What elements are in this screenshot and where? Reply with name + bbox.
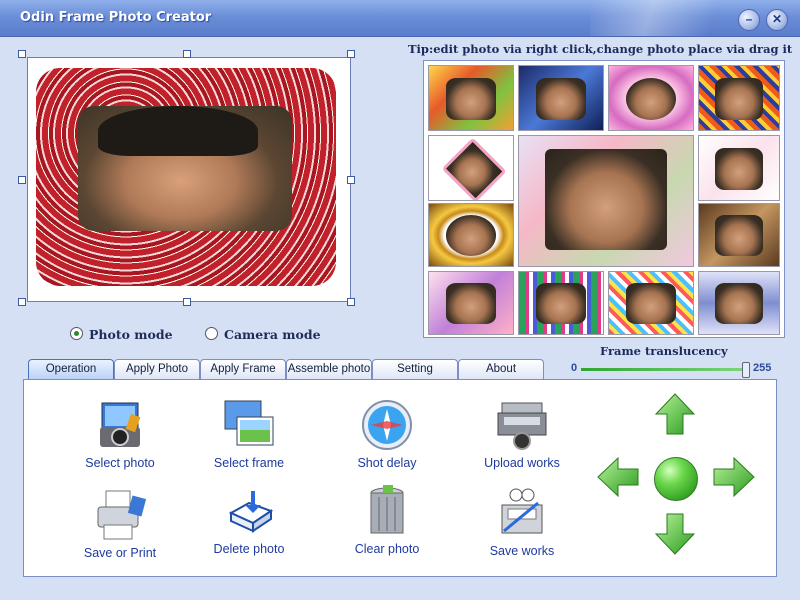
tab-about[interactable]: About <box>458 359 544 379</box>
minimize-button[interactable]: – <box>738 9 760 31</box>
trash-bin-icon <box>359 483 415 539</box>
tab-setting[interactable]: Setting <box>372 359 458 379</box>
select-frame-label: Select frame <box>213 456 285 470</box>
tab-assemble-photo[interactable]: Assemble photo <box>286 359 372 379</box>
save-or-print-label: Save or Print <box>83 546 157 560</box>
photo-mode-label: Photo mode <box>89 327 173 342</box>
delete-photo-label: Delete photo <box>213 542 285 556</box>
resize-handle[interactable] <box>183 298 191 306</box>
select-photo-label: Select photo <box>85 456 155 470</box>
tab-apply-photo[interactable]: Apply Photo <box>114 359 200 379</box>
frame-thumbnail[interactable] <box>518 271 604 335</box>
save-or-print-button[interactable]: Save or Print <box>75 487 165 560</box>
upload-works-label: Upload works <box>484 456 560 470</box>
photo-mode-option[interactable]: Photo mode <box>70 327 173 342</box>
resize-handle[interactable] <box>183 50 191 58</box>
tab-operation[interactable]: Operation <box>28 359 114 379</box>
save-pen-icon <box>494 485 550 541</box>
upload-works-button[interactable]: Upload works <box>477 397 567 470</box>
main-photo-canvas[interactable] <box>27 57 351 302</box>
arrow-right-icon[interactable] <box>712 456 756 498</box>
frame-thumbnail[interactable] <box>428 135 514 201</box>
shot-delay-button[interactable]: Shot delay <box>342 397 432 470</box>
photo-mode-radio[interactable] <box>70 327 83 340</box>
save-works-label: Save works <box>489 544 555 558</box>
translucency-slider[interactable]: 0 255 <box>571 362 786 378</box>
slider-track[interactable] <box>581 368 746 371</box>
upload-machine-icon <box>494 397 550 453</box>
window-title: Odin Frame Photo Creator <box>20 10 212 25</box>
select-frame-button[interactable]: Select frame <box>204 397 294 470</box>
slider-max-label: 255 <box>753 362 772 374</box>
frame-thumbnail[interactable] <box>608 65 694 131</box>
frame-thumbnail[interactable] <box>428 271 514 335</box>
frame-thumbnail[interactable] <box>518 65 604 131</box>
picture-frames-icon <box>221 397 277 453</box>
arrow-down-icon[interactable] <box>654 512 696 556</box>
title-bar: Odin Frame Photo Creator – ✕ <box>0 0 800 37</box>
resize-handle[interactable] <box>18 176 26 184</box>
center-ball-icon[interactable] <box>654 457 698 501</box>
frame-thumbnail[interactable] <box>608 271 694 335</box>
disk-delete-icon <box>221 483 277 539</box>
shot-delay-label: Shot delay <box>357 456 417 470</box>
tip-text: Tip:edit photo via right click,change ph… <box>408 42 793 56</box>
resize-handle[interactable] <box>18 298 26 306</box>
title-bar-decoration <box>590 0 740 36</box>
close-button[interactable]: ✕ <box>766 9 788 31</box>
frame-thumbnail[interactable] <box>698 271 780 335</box>
portrait-hair <box>98 106 258 156</box>
frame-thumbnail[interactable] <box>428 65 514 131</box>
resize-handle[interactable] <box>18 50 26 58</box>
camera-mode-option[interactable]: Camera mode <box>205 327 321 342</box>
tab-apply-frame[interactable]: Apply Frame <box>200 359 286 379</box>
frame-thumbnail-selected[interactable] <box>518 135 694 267</box>
slider-min-label: 0 <box>571 362 578 374</box>
camera-mode-radio[interactable] <box>205 327 218 340</box>
resize-handle[interactable] <box>347 298 355 306</box>
arrow-left-icon[interactable] <box>596 456 640 498</box>
frame-gallery <box>423 60 785 338</box>
clear-photo-label: Clear photo <box>354 542 420 556</box>
translucency-label: Frame translucency <box>600 344 728 358</box>
clear-photo-button[interactable]: Clear photo <box>342 483 432 556</box>
frame-thumbnail[interactable] <box>698 65 780 131</box>
select-photo-button[interactable]: Select photo <box>75 397 165 470</box>
delete-photo-button[interactable]: Delete photo <box>204 483 294 556</box>
frame-thumbnail[interactable] <box>698 203 780 267</box>
resize-handle[interactable] <box>347 50 355 58</box>
slider-knob[interactable] <box>742 362 750 378</box>
frame-thumbnail[interactable] <box>428 203 514 267</box>
printer-icon <box>92 487 148 543</box>
resize-handle[interactable] <box>347 176 355 184</box>
camera-photo-icon <box>92 397 148 453</box>
arrow-up-icon[interactable] <box>654 392 696 436</box>
compass-clock-icon <box>359 397 415 453</box>
camera-mode-label: Camera mode <box>224 327 321 342</box>
frame-thumbnail[interactable] <box>698 135 780 201</box>
save-works-button[interactable]: Save works <box>477 485 567 558</box>
